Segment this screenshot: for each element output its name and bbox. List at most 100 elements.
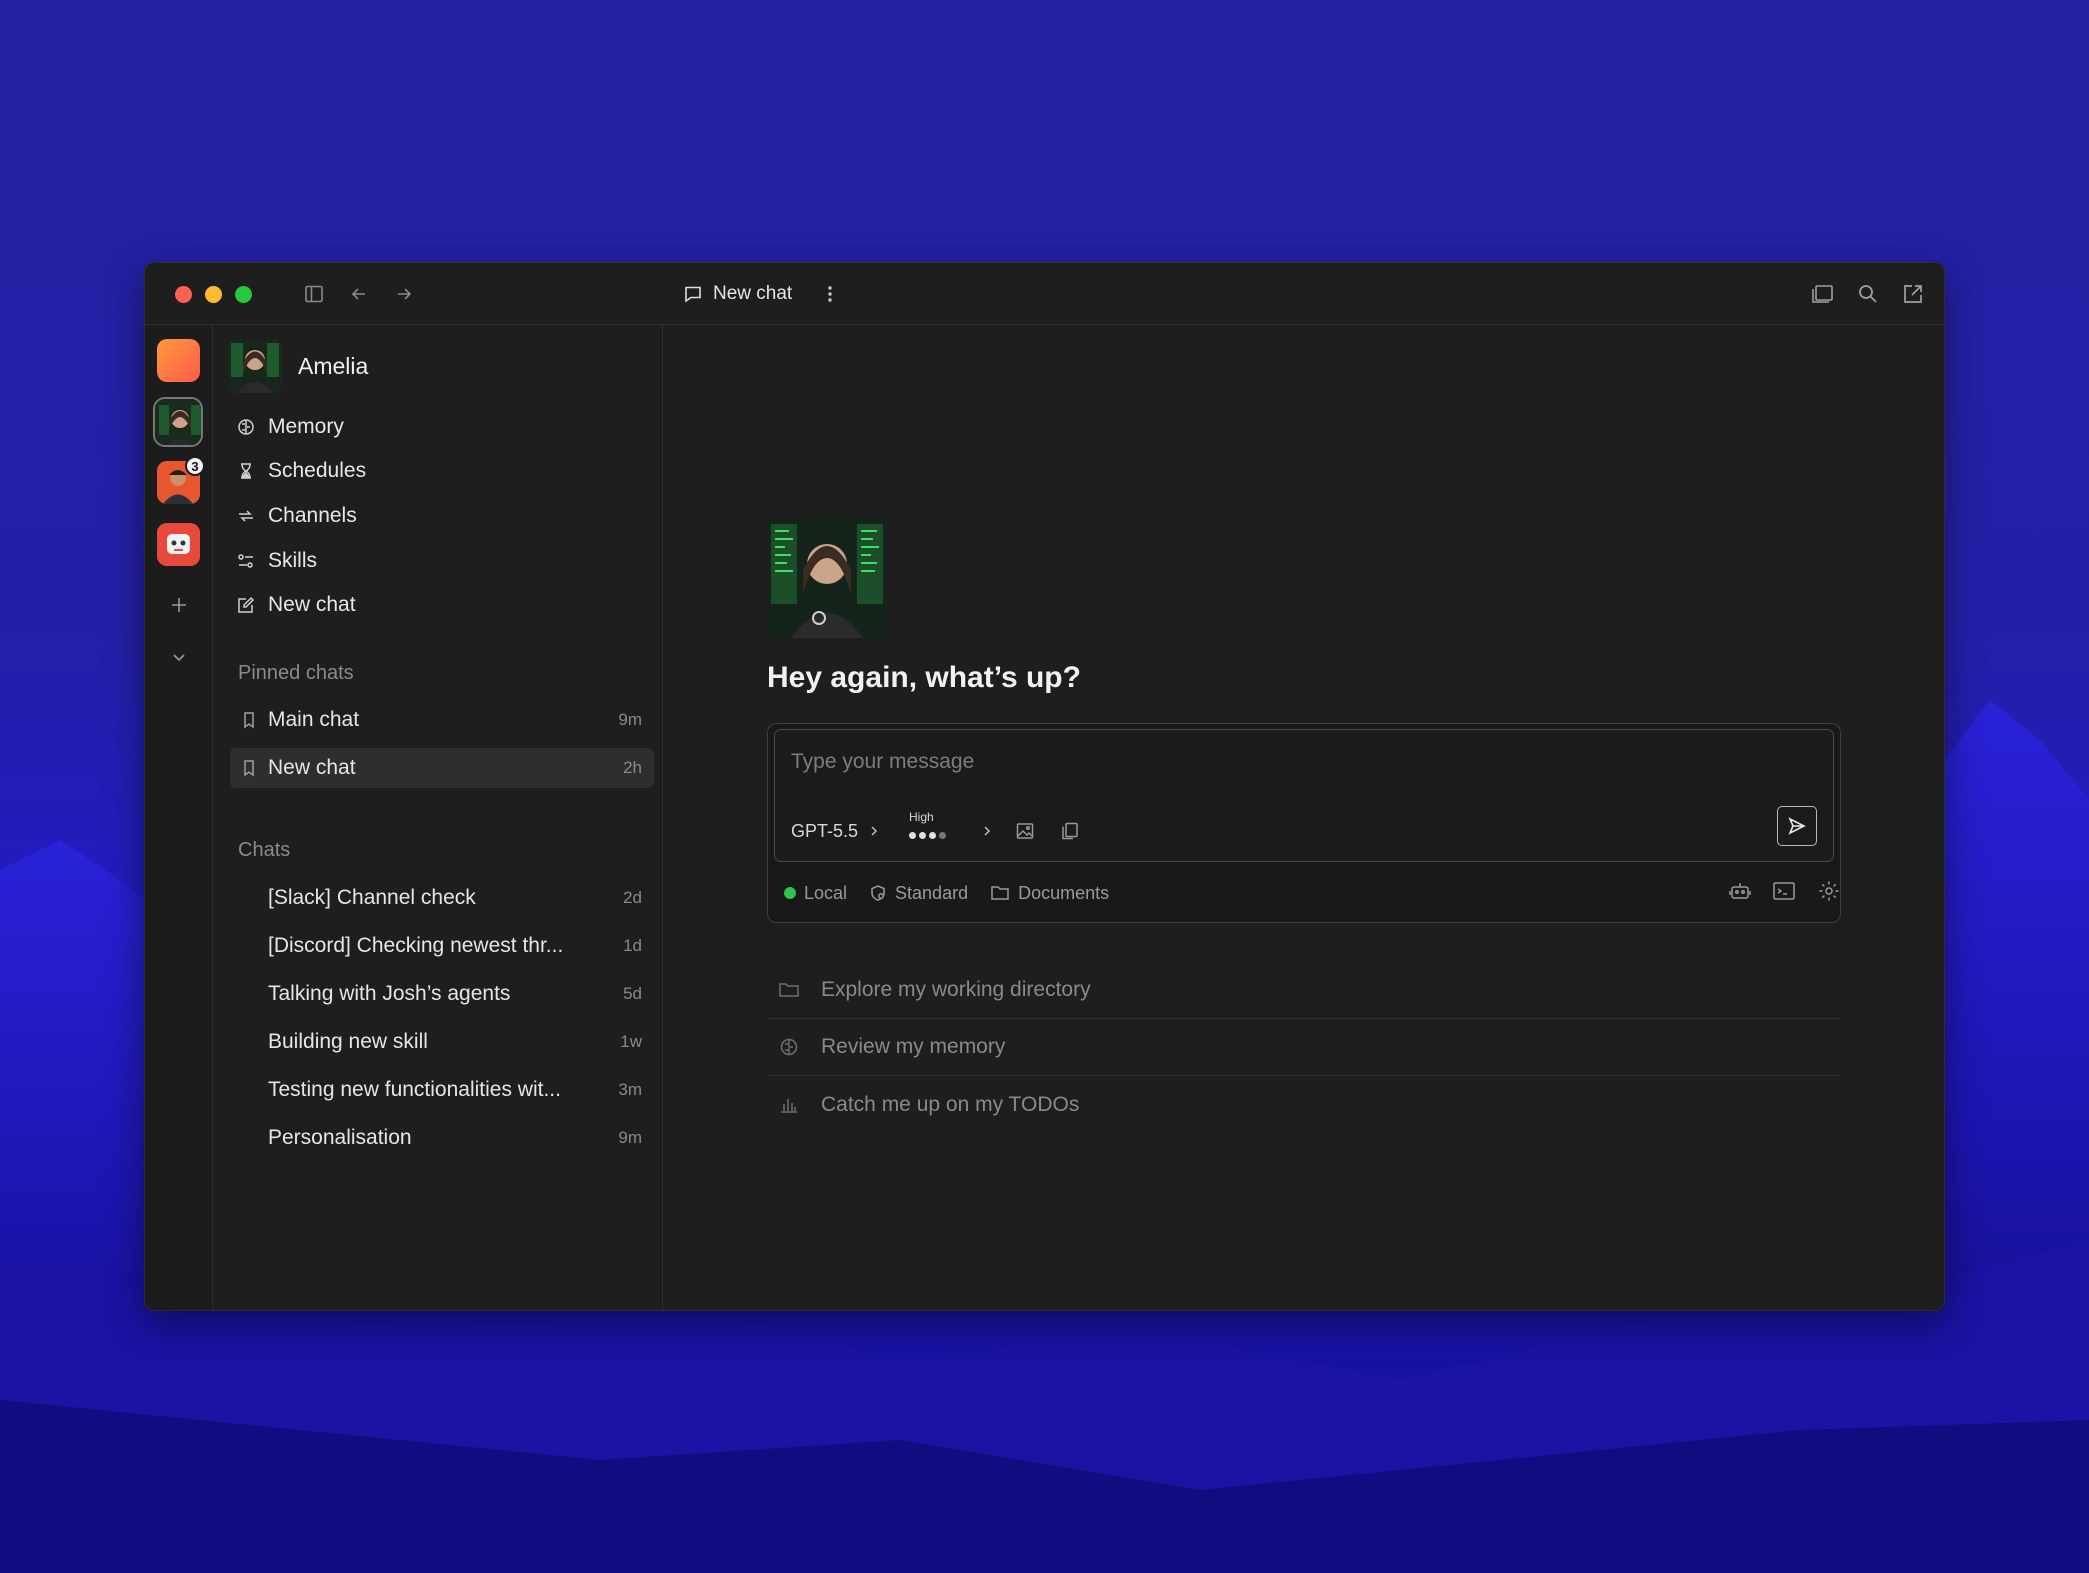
copy-icon[interactable] xyxy=(1056,817,1084,845)
send-button[interactable] xyxy=(1777,806,1817,846)
nav-skills[interactable]: Skills xyxy=(236,541,317,581)
image-attach-icon[interactable] xyxy=(1011,817,1039,845)
window-title[interactable]: New chat xyxy=(683,279,792,309)
effort-dot xyxy=(939,832,946,839)
suggestion-label: Catch me up on my TODOs xyxy=(821,1092,1080,1116)
pinned-chat-time: 2h xyxy=(623,758,642,777)
rail-agent-amelia[interactable] xyxy=(153,397,203,447)
brain-icon xyxy=(236,417,256,437)
chat-label: Talking with Josh’s agents xyxy=(268,982,511,1005)
pinned-chat-label: New chat xyxy=(268,756,356,779)
send-icon xyxy=(1787,816,1807,836)
agent-bot-icon[interactable] xyxy=(1725,876,1755,906)
pinned-chat-row[interactable]: Main chat 9m xyxy=(230,700,654,740)
chat-row[interactable]: Talking with Josh’s agents 5d xyxy=(230,974,654,1014)
mode-selector[interactable]: Standard xyxy=(869,883,968,904)
chat-label: Testing new functionalities wit... xyxy=(268,1078,561,1101)
agent-header[interactable]: Amelia xyxy=(228,339,368,393)
location-toggle[interactable]: Local xyxy=(784,883,847,904)
chat-time: 1w xyxy=(620,1032,642,1051)
suggestion-item[interactable]: Explore my working directory xyxy=(767,962,1841,1019)
app-window: New chat 3 Amelia Memory Schedules Chann… xyxy=(144,262,1945,1311)
location-label: Local xyxy=(804,882,848,903)
title-bar: New chat xyxy=(145,263,1944,325)
bookmark-icon xyxy=(240,711,258,729)
folder-label: Documents xyxy=(1018,882,1110,903)
reasoning-effort-selector[interactable]: High xyxy=(909,810,969,850)
agent-rail: 3 xyxy=(145,325,213,1310)
effort-dot xyxy=(919,832,926,839)
files-icon[interactable] xyxy=(1809,280,1837,308)
nav-memory-label: Memory xyxy=(268,415,344,438)
composer: GPT-5.5 High xyxy=(767,723,1841,923)
suggestion-label: Explore my working directory xyxy=(821,978,1091,1001)
search-icon[interactable] xyxy=(1854,280,1882,308)
nav-channels[interactable]: Channels xyxy=(236,496,357,536)
pinned-chat-label: Main chat xyxy=(268,708,360,731)
status-dot xyxy=(784,887,796,899)
shield-icon xyxy=(869,884,887,902)
rail-agent-robot[interactable] xyxy=(157,523,200,566)
chevron-down-icon[interactable] xyxy=(165,643,193,671)
brain-icon xyxy=(777,1035,801,1059)
nav-schedules-label: Schedules xyxy=(268,459,367,482)
chevron-right-icon xyxy=(868,825,880,837)
chat-label: [Slack] Channel check xyxy=(268,886,476,909)
chat-row[interactable]: Building new skill 1w xyxy=(230,1022,654,1062)
chevron-right-icon[interactable] xyxy=(973,817,1001,845)
pinned-chats-heading: Pinned chats xyxy=(238,662,354,684)
chat-label: [Discord] Checking newest thr... xyxy=(268,934,564,957)
agent-avatar xyxy=(228,339,282,393)
folder-selector[interactable]: Documents xyxy=(990,883,1109,904)
forward-arrow-icon[interactable] xyxy=(390,280,418,308)
suggestion-item[interactable]: Catch me up on my TODOs xyxy=(767,1076,1841,1133)
sidebar: Amelia Memory Schedules Channels Skills xyxy=(214,325,663,1310)
nav-skills-label: Skills xyxy=(268,549,318,572)
nav-new-chat-label: New chat xyxy=(268,593,356,616)
effort-label: High xyxy=(909,810,934,824)
model-selector[interactable]: GPT-5.5 xyxy=(791,818,880,844)
folder-icon xyxy=(990,884,1010,902)
agent-name: Amelia xyxy=(298,352,369,379)
nav-memory[interactable]: Memory xyxy=(236,407,344,447)
mode-label: Standard xyxy=(895,882,969,903)
bookmark-icon xyxy=(240,759,258,777)
sidebar-toggle-icon[interactable] xyxy=(300,280,328,308)
skills-icon xyxy=(236,551,256,571)
back-arrow-icon[interactable] xyxy=(345,280,373,308)
add-agent-icon[interactable] xyxy=(165,591,193,619)
pinned-chat-row-active[interactable]: New chat 2h xyxy=(230,748,654,788)
chat-row[interactable]: [Discord] Checking newest thr... 1d xyxy=(230,926,654,966)
chats-heading: Chats xyxy=(238,839,291,861)
nav-channels-label: Channels xyxy=(268,504,357,527)
compose-icon xyxy=(236,595,256,615)
notification-badge: 3 xyxy=(185,456,205,476)
nav-schedules[interactable]: Schedules xyxy=(236,451,366,491)
chat-row[interactable]: Testing new functionalities wit... 3m xyxy=(230,1070,654,1110)
effort-dot xyxy=(909,832,916,839)
more-options-icon[interactable] xyxy=(816,280,844,308)
chat-time: 2d xyxy=(623,888,642,907)
rail-agent-orange[interactable] xyxy=(157,339,200,382)
chat-row[interactable]: Personalisation 9m xyxy=(230,1118,654,1158)
message-input[interactable] xyxy=(791,750,1691,774)
nav-new-chat[interactable]: New chat xyxy=(236,585,356,625)
open-external-icon[interactable] xyxy=(1899,280,1927,308)
suggestion-item[interactable]: Review my memory xyxy=(767,1019,1841,1076)
zoom-window-button[interactable] xyxy=(235,286,252,303)
gear-icon[interactable] xyxy=(1814,876,1844,906)
minimize-window-button[interactable] xyxy=(205,286,222,303)
chart-icon xyxy=(777,1093,801,1117)
chat-time: 9m xyxy=(618,1128,642,1147)
close-window-button[interactable] xyxy=(175,286,192,303)
chat-time: 3m xyxy=(618,1080,642,1099)
model-label: GPT-5.5 xyxy=(791,820,859,841)
chat-time: 1d xyxy=(623,936,642,955)
pinned-chat-time: 9m xyxy=(618,710,642,729)
terminal-icon[interactable] xyxy=(1769,876,1799,906)
suggestion-label: Review my memory xyxy=(821,1035,1006,1058)
channels-icon xyxy=(236,506,256,526)
chat-row[interactable]: [Slack] Channel check 2d xyxy=(230,878,654,918)
hourglass-icon xyxy=(236,461,256,481)
effort-dot xyxy=(929,832,936,839)
